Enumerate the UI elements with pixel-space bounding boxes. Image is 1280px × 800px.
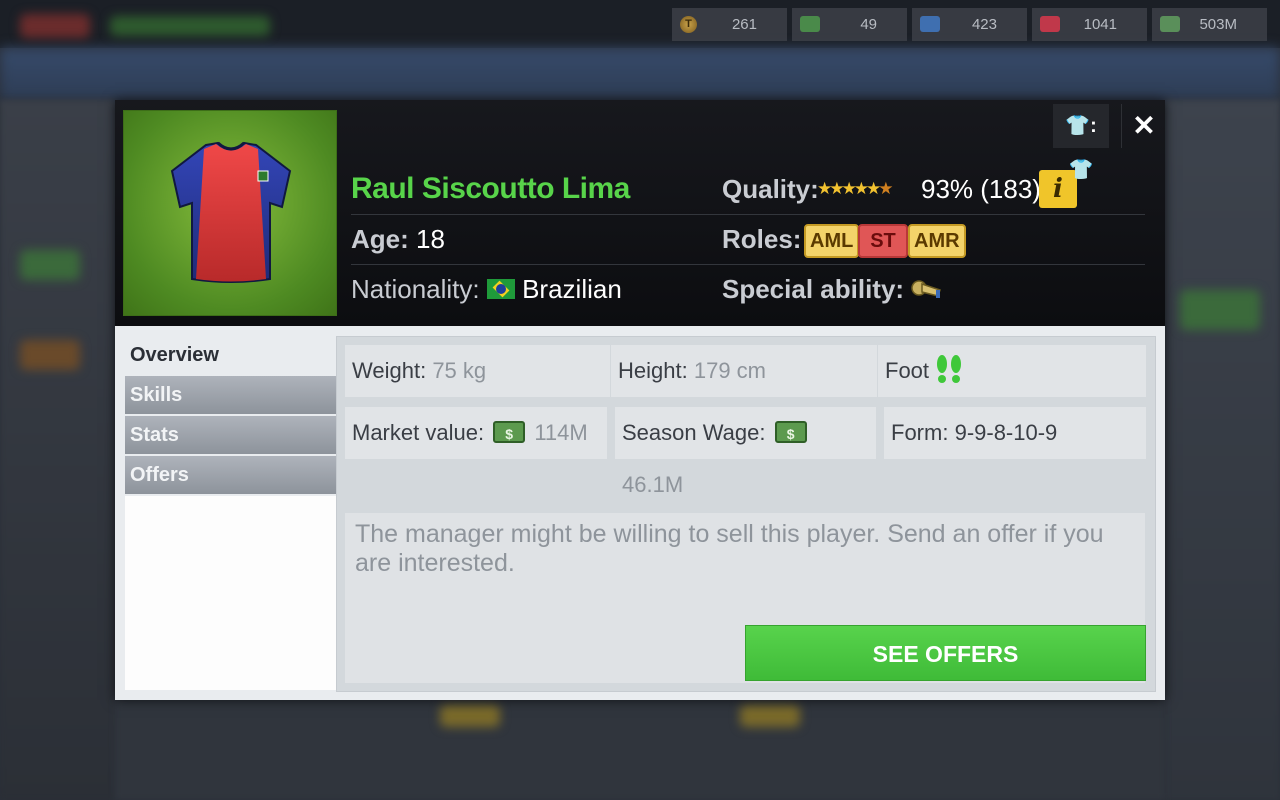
tab-offers[interactable]: Offers bbox=[125, 456, 336, 494]
player-dialog: Raul Siscoutto Lima Age: 18 Nationality:… bbox=[115, 100, 1165, 700]
money-icon bbox=[1160, 16, 1180, 32]
tab-stats[interactable]: Stats bbox=[125, 416, 336, 454]
weight-cell: Weight: 75 kg bbox=[345, 345, 610, 397]
market-value-label: Market value: bbox=[352, 420, 485, 445]
quality-label: Quality: bbox=[722, 174, 819, 204]
tab-panel-background bbox=[125, 496, 336, 690]
currency-value: 423 bbox=[971, 16, 997, 33]
player-name: Raul Siscoutto Lima bbox=[351, 172, 630, 205]
market-value-cell: Market value: $ 114M bbox=[345, 407, 607, 459]
close-button[interactable]: ✕ bbox=[1121, 104, 1166, 148]
season-wage-cell: Season Wage: $ 46.1M bbox=[615, 407, 876, 497]
cash-stack-icon bbox=[800, 16, 820, 32]
currency-value: 49 bbox=[860, 16, 877, 33]
player-age: Age: 18 bbox=[351, 224, 445, 255]
form-cell: Form: 9-9-8-10-9 bbox=[884, 407, 1146, 459]
height-label: Height: bbox=[618, 358, 688, 383]
compare-jersey-button[interactable]: 👕:👕 bbox=[1053, 104, 1109, 181]
feet-icon bbox=[937, 355, 962, 384]
currency-value: 503M bbox=[1199, 16, 1237, 33]
currency-cash[interactable]: 49 bbox=[792, 8, 907, 41]
role-badge-aml: AML bbox=[804, 224, 860, 258]
season-wage-value: 46.1M bbox=[622, 472, 684, 497]
nationality-value: Brazilian bbox=[522, 274, 622, 304]
money-icon: $ bbox=[774, 421, 807, 444]
age-value: 18 bbox=[416, 224, 445, 254]
height-cell: Height: 179 cm bbox=[611, 345, 877, 397]
currency-energy[interactable]: 423 bbox=[912, 8, 1027, 41]
tab-overview[interactable]: Overview bbox=[125, 336, 336, 374]
brazil-flag-icon bbox=[486, 279, 515, 300]
token-icon: T bbox=[680, 16, 697, 33]
medical-icon bbox=[1040, 16, 1060, 32]
roles-label: Roles: bbox=[722, 224, 802, 254]
weight-label: Weight: bbox=[352, 358, 427, 383]
money-icon: $ bbox=[493, 421, 526, 444]
see-offers-button[interactable]: SEE OFFERS bbox=[745, 625, 1146, 681]
divider bbox=[351, 214, 1145, 215]
age-label: Age: bbox=[351, 224, 409, 254]
player-jersey bbox=[123, 110, 337, 316]
jersey-icon bbox=[170, 141, 292, 283]
overview-panel: Weight: 75 kg Height: 179 cm Foot Market… bbox=[336, 336, 1156, 692]
height-value: 179 cm bbox=[693, 358, 766, 383]
tab-list: Overview Skills Stats Offers bbox=[125, 336, 336, 496]
foot-cell: Foot bbox=[878, 345, 1146, 397]
currency-money[interactable]: 503M bbox=[1152, 8, 1267, 41]
form-label: Form: bbox=[891, 420, 949, 445]
market-value: 114M bbox=[534, 420, 588, 445]
nationality-label: Nationality: bbox=[351, 274, 480, 304]
player-nationality: Nationality: Brazilian bbox=[351, 274, 622, 305]
quality-stars-icon: ★★★★★★ bbox=[817, 179, 894, 198]
currency-medical[interactable]: 1041 bbox=[1032, 8, 1147, 41]
foot-label: Foot bbox=[885, 358, 930, 383]
divider bbox=[351, 264, 1145, 265]
role-badge-amr: AMR bbox=[908, 224, 966, 258]
player-header: Raul Siscoutto Lima Age: 18 Nationality:… bbox=[115, 100, 1165, 326]
whistle-icon bbox=[911, 280, 941, 298]
currency-value: 261 bbox=[731, 16, 757, 33]
currency-tokens[interactable]: T 261 bbox=[672, 8, 787, 41]
form-value: 9-9-8-10-9 bbox=[954, 420, 1058, 445]
tab-skills[interactable]: Skills bbox=[125, 376, 336, 414]
quality-value: 93% (183) bbox=[921, 174, 1041, 204]
energy-icon bbox=[920, 16, 940, 32]
season-wage-label: Season Wage: bbox=[622, 420, 766, 445]
weight-value: 75 kg bbox=[432, 358, 487, 383]
currency-value: 1041 bbox=[1083, 16, 1117, 33]
role-badge-st: ST bbox=[858, 224, 908, 258]
special-ability-label: Special ability: bbox=[722, 274, 905, 304]
currency-bar: T 261 49 423 1041 503M bbox=[672, 8, 1267, 41]
